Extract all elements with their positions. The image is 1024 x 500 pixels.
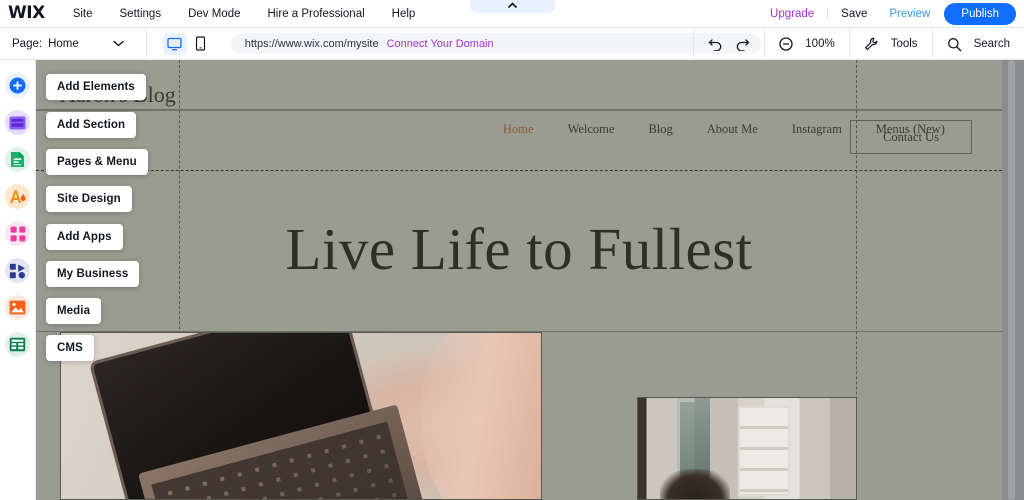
sidebar-item-pages-and-menu[interactable] [5,147,30,172]
app-main-menu: Site Settings Dev Mode Hire a Profession… [73,8,416,20]
site-url-bar[interactable]: https://www.wix.com/mysite Connect Your … [230,33,761,54]
editor-canvas[interactable]: Aaron's Blog Home Welcome Blog About Me … [36,60,1024,500]
tooltip-media: Media [46,298,102,324]
doorway-portrait-photo[interactable] [637,397,857,500]
puzzle-icon [9,263,25,278]
tooltip-my-business: My Business [46,261,140,287]
chevron-down-icon [113,40,124,47]
site-header[interactable]: Aaron's Blog [36,60,1002,110]
redo-arrow-icon [736,39,750,51]
zoom-out-icon [779,37,793,51]
site-nav-blog[interactable]: Blog [631,122,689,137]
header-divider-line [36,110,1002,111]
menu-item-site[interactable]: Site [73,8,93,20]
grid-squares-icon [10,226,25,241]
paint-a-icon [9,190,26,203]
toolbar-right-actions: 100% Tools Search [693,28,1024,60]
site-nav-welcome[interactable]: Welcome [551,122,632,137]
zoom-out-button[interactable] [779,37,793,51]
history-group [693,28,764,60]
tooltip-add-section: Add Section [46,112,137,138]
french-window-shape [738,406,790,496]
editor-left-sidebar [0,60,36,500]
site-url-text: https://www.wix.com/mysite [244,37,379,50]
sidebar-item-site-design[interactable] [5,184,30,209]
page-selector-label: Page: [12,37,43,50]
site-nav-instagram[interactable]: Instagram [775,122,859,137]
page-selector-value: Home [48,37,79,50]
menu-item-dev-mode[interactable]: Dev Mode [188,8,240,20]
laptop-on-bed-photo[interactable] [60,332,542,500]
site-nav-about-me[interactable]: About Me [690,122,775,137]
sidebar-item-add-elements[interactable] [5,73,30,98]
tooltip-pages-and-menu: Pages & Menu [46,149,148,175]
save-button[interactable]: Save [841,8,867,20]
editor-toolbar: Page: Home https://www.wix.com/mysite Co… [0,27,1024,60]
chevron-up-icon [508,2,517,8]
redo-button[interactable] [735,37,750,51]
undo-arrow-icon [708,39,722,51]
document-icon [11,152,24,167]
layers-icon [9,116,26,129]
magnifier-icon [947,37,962,52]
tools-label: Tools [890,38,918,50]
site-nav-home[interactable]: Home [486,122,551,137]
search-group[interactable]: Search [931,28,1024,60]
canvas-vertical-scrollbar[interactable] [1002,60,1024,500]
image-icon [9,300,26,315]
tooltip-cms: CMS [46,335,94,361]
person-hair-shape [660,469,730,499]
menu-item-settings[interactable]: Settings [120,8,162,20]
guide-horizontal-top [36,170,1002,171]
desktop-icon [167,37,182,50]
upgrade-link[interactable]: Upgrade [770,8,829,20]
sidebar-item-add-section[interactable] [5,110,30,135]
tooltip-add-elements: Add Elements [46,74,146,100]
site-contact-us-label: Contact Us [883,129,939,144]
tooltip-site-design: Site Design [46,186,132,212]
collapsed-panel-handle[interactable] [470,0,555,13]
site-hero-heading[interactable]: Live Life to Fullest [36,220,1002,279]
site-contact-us-button[interactable]: Contact Us [850,120,972,154]
zoom-level-value[interactable]: 100% [805,38,834,50]
search-label: Search [973,38,1010,50]
wrench-icon [864,37,879,52]
menu-item-hire-a-professional[interactable]: Hire a Professional [268,8,365,20]
wix-logo[interactable]: WIX [8,5,45,22]
connect-domain-link[interactable]: Connect Your Domain [387,38,494,50]
undo-button[interactable] [708,37,723,51]
tools-group[interactable]: Tools [848,28,932,60]
viewport-toggle [145,27,213,60]
bedding-fold-shape [421,333,541,499]
table-icon [9,337,26,352]
plus-circle-icon [9,77,26,94]
menu-item-help[interactable]: Help [392,8,416,20]
desktop-view-button[interactable] [162,32,187,55]
site-stage[interactable]: Aaron's Blog Home Welcome Blog About Me … [36,60,1002,500]
sidebar-item-my-business[interactable] [5,258,30,283]
zoom-group: 100% [764,28,848,60]
sidebar-item-add-apps[interactable] [5,221,30,246]
sidebar-item-cms[interactable] [5,332,30,357]
top-bar-actions: Upgrade Save Preview Publish [770,0,1016,28]
preview-button[interactable]: Preview [889,8,930,20]
page-selector[interactable]: Page: Home [12,38,124,50]
publish-button[interactable]: Publish [944,3,1016,25]
tooltip-add-apps: Add Apps [46,224,123,250]
mobile-view-button[interactable] [189,33,213,55]
sidebar-item-media[interactable] [5,295,30,320]
mobile-icon [196,36,206,51]
